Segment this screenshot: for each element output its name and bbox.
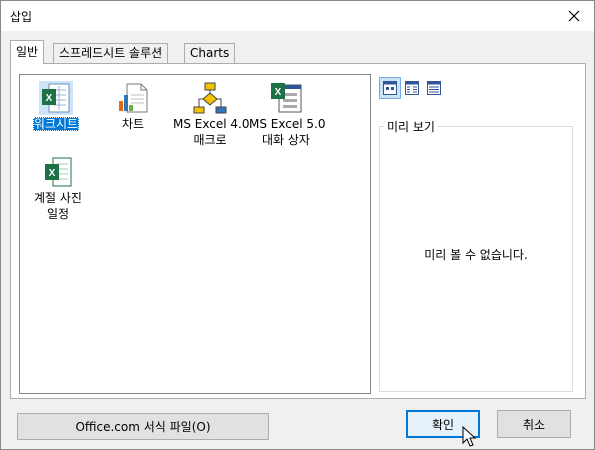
ok-label: 확인 [431,417,455,432]
mouse-pointer-icon [462,426,476,447]
template-item-label: MS Excel 5.0 [249,117,326,131]
close-button[interactable] [554,1,594,31]
macro-flowchart-icon [193,81,227,115]
template-item-excel4-macro[interactable]: MS Excel 4.0 매크로 [172,81,250,147]
details-view-icon [427,81,441,95]
template-item-label-line2: 일정 [46,207,70,221]
template-item-worksheet[interactable]: X 워크시트 [28,81,84,131]
window-title: 삽입 [10,10,33,24]
title-bar: 삽입 [1,1,594,31]
details-view-button[interactable] [423,77,445,99]
office-templates-button[interactable]: Office.com 서식 파일(O) [17,413,269,440]
template-item-label: 계절 사진 [34,191,82,205]
tab-spreadsheet-solutions[interactable]: 스프레드시트 솔루션 [53,43,169,63]
template-list[interactable]: X 워크시트 차트 MS Excel 4.0 매크로 X MS Excel 5.… [19,74,371,394]
large-icons-view-icon [383,81,397,95]
chart-document-icon [116,81,150,115]
large-icons-view-button[interactable] [379,77,401,99]
template-item-label-line2: 매크로 [193,133,227,147]
svg-text:X: X [49,168,56,179]
close-icon [568,10,580,22]
tab-label: Charts [190,46,230,60]
cancel-button[interactable]: 취소 [497,410,571,438]
office-templates-label: Office.com 서식 파일(O) [75,420,211,434]
template-item-label: 워크시트 [32,117,80,131]
tab-charts[interactable]: Charts [184,43,236,63]
excel-dialog-icon: X [269,81,303,115]
svg-text:X: X [275,87,282,98]
preview-caption: 미리 보기 [384,118,438,135]
tab-label: 일반 [16,45,39,59]
cancel-label: 취소 [522,417,546,432]
tab-general[interactable]: 일반 [10,40,45,64]
template-item-seasonal-photo-calendar[interactable]: X 계절 사진 일정 [28,155,88,221]
insert-dialog: 삽입 일반 스프레드시트 솔루션 Charts X 워크시트 차트 MS Exc… [0,0,595,450]
tab-panel-general: X 워크시트 차트 MS Excel 4.0 매크로 X MS Excel 5.… [10,63,586,399]
template-item-excel5-dialog[interactable]: X MS Excel 5.0 대화 상자 [248,81,326,147]
template-item-label: 차트 [121,117,145,131]
list-view-icon [405,81,419,95]
svg-text:X: X [46,93,53,104]
template-item-label: MS Excel 4.0 [173,117,250,131]
excel-worksheet-icon: X [39,81,73,115]
excel-template-icon: X [41,155,75,189]
tab-label: 스프레드시트 솔루션 [59,46,163,60]
list-view-button[interactable] [401,77,423,99]
template-item-chart[interactable]: 차트 [108,81,158,131]
template-item-label-line2: 대화 상자 [262,133,310,147]
preview-message: 미리 볼 수 없습니다. [424,248,528,262]
